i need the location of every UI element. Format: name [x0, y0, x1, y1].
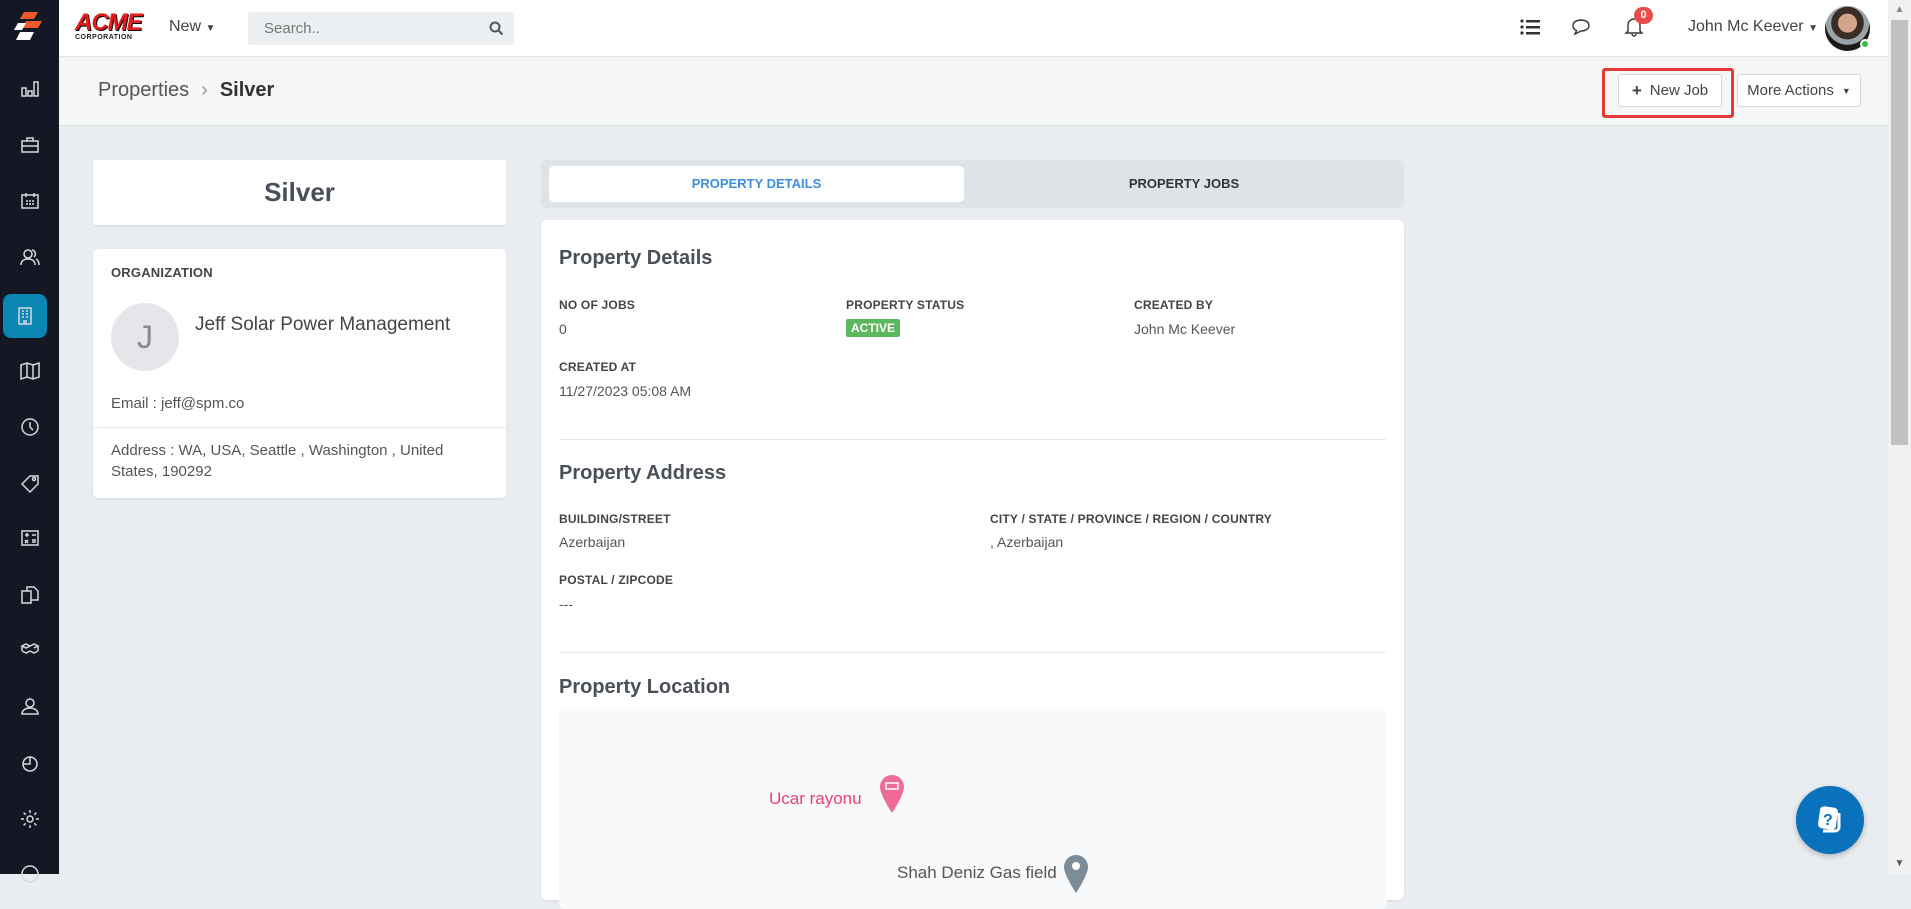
tabs: PROPERTY DETAILS PROPERTY JOBS [541, 160, 1404, 208]
divider [559, 439, 1386, 440]
search-input[interactable] [248, 12, 468, 45]
clock-icon[interactable] [0, 405, 59, 449]
notification-badge: 0 [1634, 7, 1653, 24]
street-value: Azerbaijan [559, 534, 626, 550]
help-question-icon: ? [1818, 806, 1841, 833]
svg-text:?: ? [1823, 812, 1833, 829]
search-box[interactable] [248, 12, 514, 45]
no-of-jobs-label: NO OF JOBS [559, 298, 636, 312]
property-location-heading: Property Location [559, 676, 731, 698]
tab-property-details[interactable]: PROPERTY DETAILS [549, 166, 964, 202]
caret-down-icon: ▼ [205, 23, 216, 34]
avatar[interactable] [1825, 6, 1870, 51]
properties-icon[interactable] [3, 294, 47, 338]
breadcrumb-current: Silver [219, 79, 275, 101]
tab-property-jobs[interactable]: PROPERTY JOBS [972, 166, 1396, 202]
settings-icon[interactable] [0, 797, 59, 841]
organization-heading: ORGANIZATION [111, 265, 213, 280]
chevron-right-icon: › [201, 79, 208, 101]
online-status-dot [1860, 39, 1870, 49]
organization-name[interactable]: Jeff Solar Power Management [195, 314, 450, 336]
customers-icon[interactable] [0, 235, 59, 279]
scrollbar-thumb[interactable] [1891, 20, 1908, 445]
divider [559, 652, 1386, 653]
property-status-label: PROPERTY STATUS [846, 298, 965, 312]
calendar-icon[interactable] [0, 179, 59, 223]
created-by-value: John Mc Keever [1134, 321, 1236, 337]
map-label-ucar: Ucar rayonu [769, 789, 862, 808]
postal-value: --- [559, 596, 573, 612]
reports-icon[interactable] [0, 67, 59, 111]
status-badge: ACTIVE [846, 319, 901, 337]
page-header: Properties › Silver + New Job More Action… [59, 57, 1888, 126]
created-at-value: 11/27/2023 05:08 AM [559, 383, 692, 399]
time-icon[interactable] [0, 741, 59, 785]
caret-down-icon: ▼ [1808, 23, 1818, 34]
city-label: CITY / STATE / PROVINCE / REGION / COUNT… [990, 512, 1272, 526]
no-of-jobs-value: 0 [559, 321, 567, 337]
map-pin-icon[interactable] [880, 775, 904, 813]
list-icon[interactable] [1520, 18, 1540, 36]
help-icon[interactable] [0, 852, 59, 896]
property-title: Silver [264, 177, 335, 207]
street-label: BUILDING/STREET [559, 512, 671, 526]
more-actions-button[interactable]: More Actions ▼ [1737, 74, 1861, 107]
sidebar [0, 0, 59, 883]
top-bar: ACME CORPORATION New ▼ 0 John Mc Keever … [59, 0, 1888, 57]
organization-address: Address : WA, USA, Seattle , Washington … [111, 442, 444, 480]
scrollbar[interactable]: ▲ ▼ [1888, 0, 1911, 874]
search-icon[interactable] [489, 21, 504, 36]
map-icon[interactable] [0, 349, 59, 393]
divider [93, 427, 506, 428]
details-card: Property Details NO OF JOBS 0 PROPERTY S… [541, 220, 1404, 909]
postal-label: POSTAL / ZIPCODE [559, 573, 674, 587]
documents-icon[interactable] [0, 573, 59, 617]
chat-icon[interactable] [1571, 18, 1591, 36]
new-dropdown[interactable]: New ▼ [169, 18, 215, 36]
created-by-label: CREATED BY [1134, 298, 1214, 312]
property-address-heading: Property Address [559, 462, 727, 484]
plus-icon: + [1631, 80, 1642, 100]
user-menu[interactable]: John Mc Keever ▼ [1688, 18, 1818, 36]
scroll-down-icon[interactable]: ▼ [1888, 854, 1911, 874]
inventory-icon[interactable] [0, 629, 59, 673]
caret-down-icon: ▼ [1841, 85, 1851, 96]
breadcrumb: Properties › Silver [98, 79, 274, 102]
estimates-icon[interactable] [0, 516, 59, 560]
app-logo-icon[interactable] [12, 10, 46, 44]
property-title-card: Silver [93, 160, 506, 225]
acme-logo[interactable]: ACME CORPORATION [75, 11, 151, 44]
user-icon[interactable] [0, 684, 59, 728]
city-value: , Azerbaijan [990, 534, 1064, 550]
breadcrumb-properties[interactable]: Properties [98, 79, 189, 102]
property-details-heading: Property Details [559, 247, 713, 269]
briefcase-icon[interactable] [0, 123, 59, 167]
tag-icon[interactable] [0, 461, 59, 505]
map-pin-icon[interactable] [1064, 855, 1088, 893]
organization-card: ORGANIZATION J Jeff Solar Power Manageme… [93, 249, 506, 498]
organization-email: Email : jeff@spm.co [111, 395, 245, 412]
created-at-label: CREATED AT [559, 360, 637, 374]
map[interactable]: Ucar rayonu Shah Deniz Gas field [559, 709, 1387, 909]
help-chat-button[interactable]: ? [1796, 786, 1864, 854]
new-job-button[interactable]: + New Job [1618, 74, 1722, 107]
organization-avatar: J [111, 303, 179, 371]
scroll-up-icon[interactable]: ▲ [1888, 0, 1911, 20]
map-label-shah-deniz: Shah Deniz Gas field [897, 863, 1057, 882]
